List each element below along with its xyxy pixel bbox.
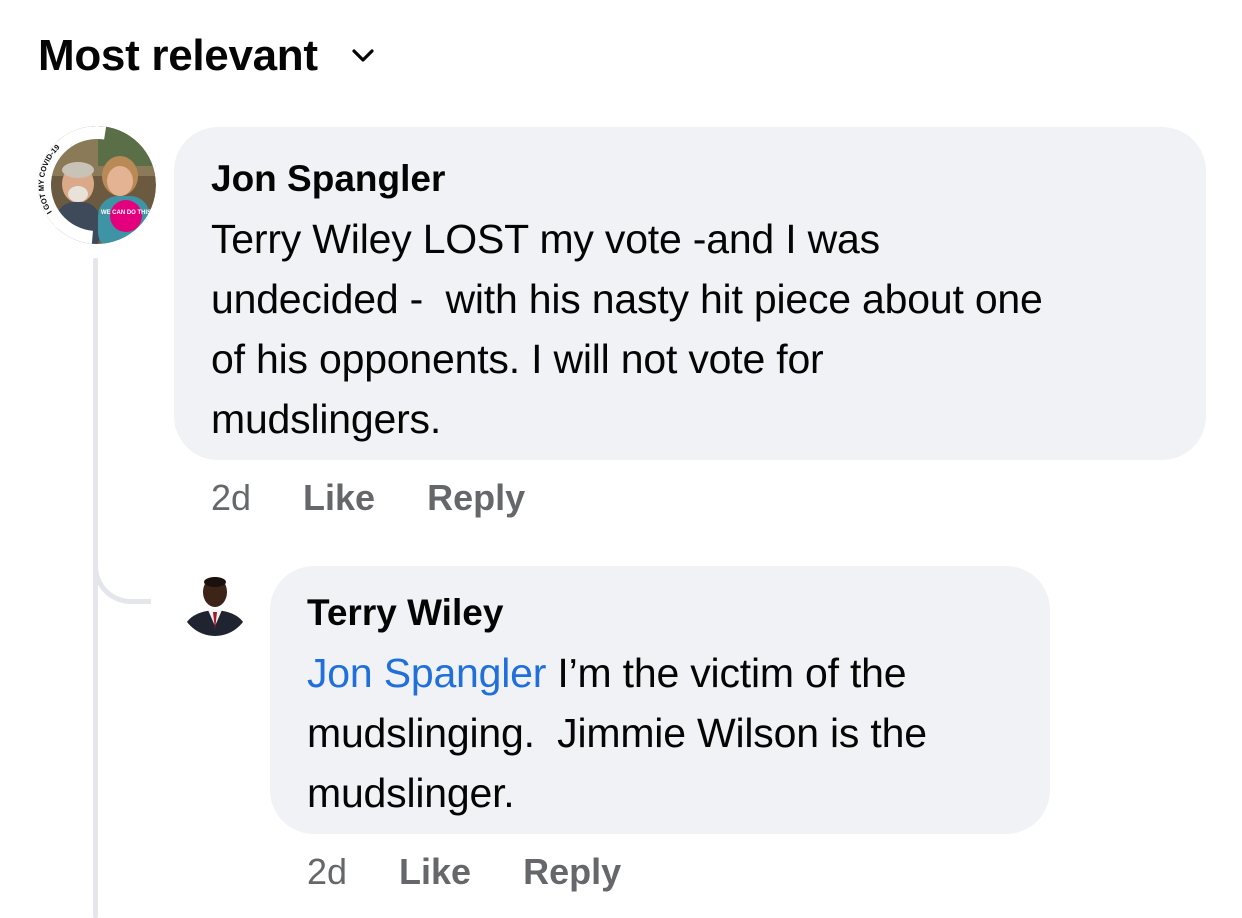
sort-label: Most relevant <box>38 31 318 80</box>
reply-author[interactable]: Terry Wiley <box>307 589 1014 637</box>
comment-author[interactable]: Jon Spangler <box>211 155 1170 203</box>
reply-button[interactable]: Reply <box>523 848 621 896</box>
reply-actions: 2d Like Reply <box>307 848 673 896</box>
reply-bubble: Terry Wiley Jon Spangler I’m the victim … <box>270 566 1050 834</box>
reply-timestamp[interactable]: 2d <box>307 848 347 896</box>
comment-bubble: Jon Spangler Terry Wiley LOST my vote -a… <box>174 127 1206 460</box>
thread-branch-line <box>93 540 151 604</box>
like-button[interactable]: Like <box>303 474 375 522</box>
avatar-badge-text: WE CAN DO THIS <box>101 210 151 216</box>
chevron-down-icon <box>352 48 374 68</box>
avatar[interactable]: I GOT MY COVID-19 VACCINE WE CAN DO THIS <box>38 126 156 244</box>
mention-link[interactable]: Jon Spangler <box>307 650 546 696</box>
avatar[interactable] <box>180 566 250 636</box>
like-button[interactable]: Like <box>399 848 471 896</box>
comment-text: Terry Wiley LOST my vote -and I was unde… <box>211 216 1043 442</box>
thread-line <box>93 258 98 918</box>
reply-button[interactable]: Reply <box>427 474 525 522</box>
comment-actions: 2d Like Reply <box>211 474 577 522</box>
comment-timestamp[interactable]: 2d <box>211 474 251 522</box>
sort-dropdown[interactable]: Most relevant <box>38 26 374 86</box>
reply-text-container: Jon Spangler I’m the victim of the mudsl… <box>307 643 1014 823</box>
